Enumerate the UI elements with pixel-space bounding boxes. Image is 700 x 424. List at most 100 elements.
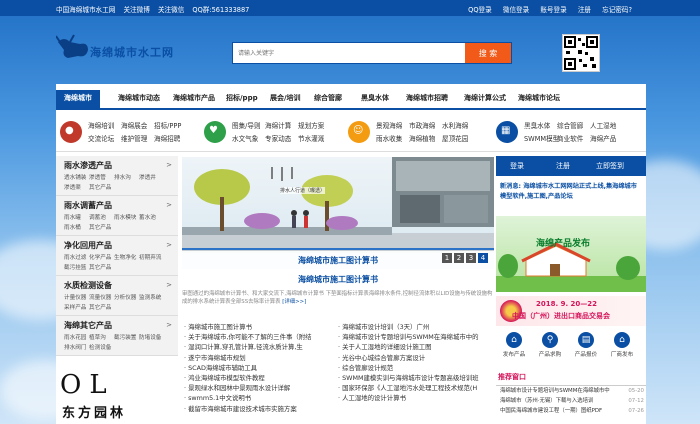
- sidebar-section[interactable]: 水质检测设备 > 计量仪器 流量仪器 分析仪器 监测系统采样产品 其它产品: [56, 276, 178, 316]
- sidebar-sub-link[interactable]: 渗透管: [89, 173, 114, 183]
- slider-page-button[interactable]: 1: [442, 253, 452, 263]
- quick-action[interactable]: ⌂ 发布产品: [498, 332, 530, 358]
- category-link[interactable]: 海绵招聘: [154, 133, 187, 146]
- image-slider[interactable]: 排水人行道（曝透） 海绵城市施工图计算书 1234: [182, 157, 494, 269]
- nav-item[interactable]: 招标/ppp: [226, 93, 258, 103]
- sidebar-section[interactable]: 雨水调蓄产品 > 雨水罐 调蓄池 雨水模块 蓄水池雨水桶 其它产品: [56, 196, 178, 236]
- sidebar-sub-link[interactable]: 植草沟: [89, 333, 114, 343]
- category-link[interactable]: 景观海绵: [376, 120, 409, 133]
- nav-item[interactable]: 海绵城市: [56, 90, 100, 108]
- nav-item[interactable]: 展会/培训: [270, 93, 301, 103]
- slider-page-button[interactable]: 4: [478, 253, 488, 263]
- sidebar-sub-link[interactable]: 初期弃流: [139, 253, 164, 263]
- category-link[interactable]: 图集/导则: [232, 120, 265, 133]
- site-name[interactable]: 中国海绵城市水工网: [56, 6, 115, 14]
- news-item[interactable]: · 国家环保部《人工湿地污水处理工程技术规范(H: [338, 383, 494, 393]
- wechat-login-link[interactable]: 微信登录: [503, 6, 529, 14]
- sidebar-sub-link[interactable]: 监测系统: [139, 293, 164, 303]
- forgot-password-link[interactable]: 忘记密码?: [602, 6, 632, 14]
- sidebar-sub-link[interactable]: 渗透井: [139, 173, 164, 183]
- product-release-banner[interactable]: 海绵产品发布: [496, 216, 646, 292]
- category-link[interactable]: 水利海绵: [442, 120, 475, 133]
- sidebar-sub-link[interactable]: 其它产品: [89, 263, 114, 273]
- sidebar-sub-link[interactable]: 其它产品: [89, 303, 114, 313]
- wechat-link[interactable]: 关注微信: [158, 6, 184, 14]
- category-link[interactable]: 雨水收集: [376, 133, 409, 146]
- category-link[interactable]: 市政海绵: [409, 120, 442, 133]
- sidebar-sub-link[interactable]: 雨水花园: [64, 333, 89, 343]
- sidebar-sub-link[interactable]: 调蓄池: [89, 213, 114, 223]
- category-link[interactable]: 海绵展会: [121, 120, 154, 133]
- news-item[interactable]: · 人工湿地的设计计算书: [338, 393, 494, 403]
- news-item[interactable]: · 光谷中心城综合管廊方案设计: [338, 353, 494, 363]
- category-link[interactable]: 黑臭水体: [524, 120, 557, 133]
- detail-link[interactable]: [详细>>]: [282, 299, 306, 305]
- register-link[interactable]: 注册: [578, 6, 591, 14]
- nav-item[interactable]: 海绵城市产品: [173, 93, 215, 103]
- news-item[interactable]: · SCAD海绵城市辅助工具: [184, 363, 334, 373]
- sidebar-sub-link[interactable]: 蓄水池: [139, 213, 164, 223]
- news-item[interactable]: · 湿润口计算,穿孔管计算,径流水质计算,生: [184, 342, 334, 352]
- news-item[interactable]: · 关于海绵城市,你可能不了解的三件事（附结: [184, 332, 334, 342]
- site-notice[interactable]: 新消息: 海绵城市水工网网站正式上线,集海绵城市模型软件,施工图,产品论坛: [500, 182, 642, 202]
- sidebar-sub-link[interactable]: 渗透渠: [64, 183, 89, 193]
- category-link[interactable]: 专家动态: [265, 133, 298, 146]
- category-link[interactable]: 海绵计算: [265, 120, 298, 133]
- news-item[interactable]: · SWMM建模实训与海绵城市设计专题高级培训班: [338, 373, 494, 383]
- slider-page-button[interactable]: 2: [454, 253, 464, 263]
- nav-item[interactable]: 海绵城市招聘: [406, 93, 448, 103]
- sidebar-sub-link[interactable]: 流量仪器: [89, 293, 114, 303]
- sidebar-sub-link[interactable]: 雨水桶: [64, 223, 89, 233]
- search-input[interactable]: [233, 43, 466, 63]
- category-link[interactable]: 屋顶花园: [442, 133, 475, 146]
- quick-action[interactable]: ▤ 产品报价: [570, 332, 602, 358]
- sidebar-sub-link[interactable]: 其它产品: [89, 223, 114, 233]
- sidebar-sub-link[interactable]: 防堵设备: [139, 333, 164, 343]
- category-link[interactable]: 交流论坛: [88, 133, 121, 146]
- recommend-item[interactable]: 海绵城市（苏州·无锡）下载与入选培训 07-12: [496, 396, 646, 406]
- category-link[interactable]: 维护管理: [121, 133, 154, 146]
- sidebar-sub-link[interactable]: 其它产品: [89, 183, 114, 193]
- sidebar-sub-link[interactable]: 雨水过滤: [64, 253, 89, 263]
- sidebar-sub-link[interactable]: 排水沟: [114, 173, 139, 183]
- qq-login-link[interactable]: QQ登录: [468, 6, 492, 14]
- quick-action[interactable]: ⚲ 产品求购: [534, 332, 566, 358]
- news-item[interactable]: · 景观绿水和园林中景观雨水设计详解: [184, 383, 334, 393]
- nav-item[interactable]: 海绵计算公式: [464, 93, 506, 103]
- category-link[interactable]: 节水灌溉: [298, 133, 331, 146]
- sidebar-sub-link[interactable]: 透水铺装: [64, 173, 89, 183]
- sidebar-sub-link[interactable]: 化学产品: [89, 253, 114, 263]
- checkin-button[interactable]: 立即签到: [596, 161, 624, 171]
- expo-banner[interactable]: 2018. 9. 20—22 中国（广州）进出口商品交易会: [496, 296, 646, 326]
- category-link[interactable]: 规划方案: [298, 120, 331, 133]
- account-login-link[interactable]: 账号登录: [540, 6, 566, 14]
- sidebar-sub-link[interactable]: 截污挂篮: [64, 263, 89, 273]
- sidebar-section[interactable]: 海绵其它产品 > 雨水花园 植草沟 截污装置 防堵设备排水阀门 检测设备: [56, 316, 178, 356]
- category-link[interactable]: 招标/PPP: [154, 120, 187, 133]
- sidebar-sub-link[interactable]: 计量仪器: [64, 293, 89, 303]
- site-logo[interactable]: 海绵城市水工网: [56, 32, 186, 66]
- category-link[interactable]: 水文气象: [232, 133, 265, 146]
- sidebar-sub-link[interactable]: 排水阀门: [64, 343, 89, 353]
- weibo-link[interactable]: 关注微博: [123, 6, 149, 14]
- category-link[interactable]: SWMM模型: [524, 133, 559, 146]
- slider-page-button[interactable]: 3: [466, 253, 476, 263]
- news-item[interactable]: · 综合管廊设计规范: [338, 363, 494, 373]
- category-link[interactable]: 海绵培训: [88, 120, 121, 133]
- sidebar-sub-link[interactable]: 采样产品: [64, 303, 89, 313]
- sidebar-sub-link[interactable]: 雨水罐: [64, 213, 89, 223]
- sidebar-sub-link[interactable]: 检测设备: [89, 343, 114, 353]
- category-link[interactable]: 人工湿地: [590, 120, 623, 133]
- news-item[interactable]: · 关于人工湿地的详细设计施工图: [338, 342, 494, 352]
- sidebar-sub-link[interactable]: 雨水模块: [114, 213, 139, 223]
- featured-headline[interactable]: 海绵城市施工图计算书: [182, 274, 494, 285]
- nav-item[interactable]: 海绵城市论坛: [518, 93, 560, 103]
- search-button[interactable]: 搜 索: [465, 43, 511, 63]
- recommend-item[interactable]: 中国民海绵城市建设工程（一期）图纸PDF 07-26: [496, 406, 646, 416]
- nav-item[interactable]: 海绵城市动态: [118, 93, 160, 103]
- news-item[interactable]: · 海绵城市设计专题培训与SWMM在海绵城市中的: [338, 332, 494, 342]
- sidebar-sub-link[interactable]: 分析仪器: [114, 293, 139, 303]
- sidebar-section[interactable]: 净化回用产品 > 雨水过滤 化学产品 生物净化 初期弃流截污挂篮 其它产品: [56, 236, 178, 276]
- news-item[interactable]: · 海绵城市施工图计算书: [184, 322, 334, 332]
- recommend-item[interactable]: 海绵城市设计专题培训与SWMM在海绵城市中 05-20: [496, 386, 646, 396]
